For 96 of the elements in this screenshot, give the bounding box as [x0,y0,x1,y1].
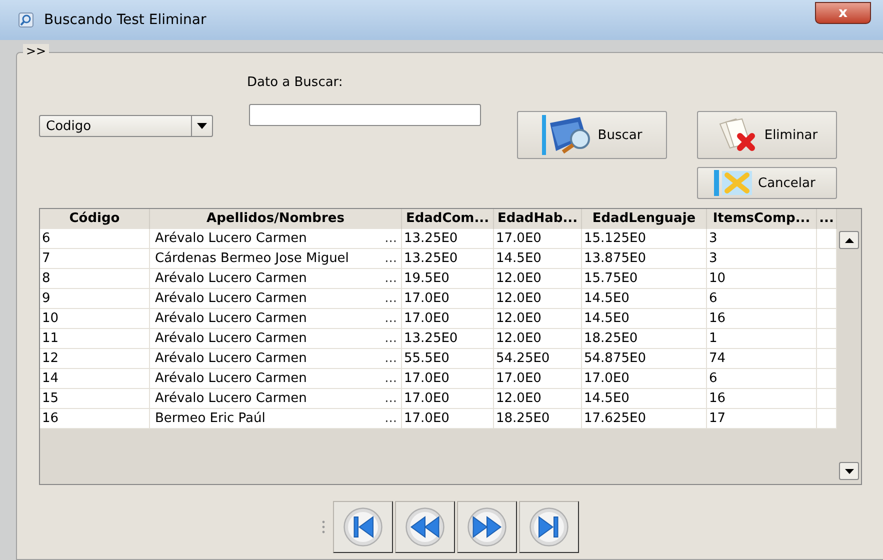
cancel-button[interactable]: Cancelar [697,167,837,199]
ellipsis-button[interactable]: ... [380,349,401,368]
table-cell: 6 [707,369,817,389]
ellipsis-button[interactable]: ... [380,329,401,348]
column-header[interactable]: Código [40,209,150,229]
prev-record-button[interactable] [395,501,455,553]
ellipsis-button[interactable]: ... [380,229,401,248]
table-cell: 9 [40,289,150,309]
table-cell: 17.0E0 [402,309,494,329]
table-cell: 3 [707,229,817,249]
table-cell: 11 [40,329,150,349]
table-cell: 17.0E0 [494,369,582,389]
table-cell: 14.5E0 [494,249,582,269]
table-cell-text: Cárdenas Bermeo Jose Miguel [155,250,349,268]
table-cell: 10 [707,269,817,289]
up-arrow-icon [844,238,854,242]
ellipsis-button[interactable]: ... [380,309,401,328]
table-cell-text: Arévalo Lucero Carmen [155,230,307,248]
table-cell: 7 [40,249,150,269]
table-cell: 17.625E0 [582,409,707,429]
table-cell: 12.0E0 [494,329,582,349]
next-record-button[interactable] [457,501,517,553]
table-cell: 14.5E0 [582,389,707,409]
search-button[interactable]: Buscar [517,111,667,159]
ellipsis-button[interactable]: ... [380,409,401,428]
table-cell: 13.25E0 [402,249,494,269]
window-title: Buscando Test Eliminar [44,12,208,28]
toolbar-grip-icon [322,520,325,534]
down-arrow-icon [844,468,854,474]
table-cell: 13.875E0 [582,249,707,269]
table-cell-text: Arévalo Lucero Carmen [155,350,307,368]
table-cell: 74 [707,349,817,369]
table-cell: 17.0E0 [402,409,494,429]
column-header[interactable]: Apellidos/Nombres [150,209,402,229]
delete-button[interactable]: Eliminar [697,111,837,159]
table-cell-text: Arévalo Lucero Carmen [155,330,307,348]
table-cell: 6 [707,289,817,309]
table-cell: 12.0E0 [494,289,582,309]
ellipsis-button[interactable]: ... [380,369,401,388]
table-cell: 16 [40,409,150,429]
table-cell: 15 [40,389,150,409]
table-cell: 16 [707,309,817,329]
table-cell: 14.5E0 [582,289,707,309]
table-cell-text: Arévalo Lucero Carmen [155,290,307,308]
column-header[interactable]: ... [817,209,837,229]
table-cell: 17.0E0 [402,369,494,389]
table-cell: 17.0E0 [582,369,707,389]
table-cell: 17.0E0 [402,389,494,409]
table-cell: 18.25E0 [494,409,582,429]
last-record-button[interactable] [519,501,579,553]
table-cell-text: Arévalo Lucero Carmen [155,270,307,288]
table-cell: 3 [707,249,817,269]
table-cell: 8 [40,269,150,289]
table-cell: 19.5E0 [402,269,494,289]
table-cell: 18.25E0 [582,329,707,349]
column-header[interactable]: EdadHab... [494,209,582,229]
table-cell: 13.25E0 [402,229,494,249]
table-cell: 12.0E0 [494,309,582,329]
search-field-dropdown[interactable]: Codigo [39,115,213,137]
caret-icon [197,123,207,129]
table-cell: 17.0E0 [494,229,582,249]
search-icon [18,12,34,28]
ellipsis-button[interactable]: ... [380,249,401,268]
scroll-down-button[interactable] [839,462,859,480]
table-cell: 6 [40,229,150,249]
table-cell: 17.0E0 [402,289,494,309]
field-label: Dato a Buscar: [247,75,344,90]
cross-icon [714,170,754,196]
ellipsis-button[interactable]: ... [380,289,401,308]
first-record-button[interactable] [333,501,393,553]
table-cell: 14.5E0 [582,309,707,329]
ellipsis-button[interactable]: ... [380,389,401,408]
table-cell-text: Arévalo Lucero Carmen [155,310,307,328]
table-cell: 16 [707,389,817,409]
table-cell: 1 [707,329,817,349]
search-input[interactable] [249,104,481,126]
table-cell: 17 [707,409,817,429]
table-cell-text: Bermeo Eric Paúl [155,410,266,428]
table-cell: 54.25E0 [494,349,582,369]
table-cell: 12.0E0 [494,389,582,409]
table-cell: 10 [40,309,150,329]
column-header[interactable]: EdadCom... [402,209,494,229]
table-cell: 12.0E0 [494,269,582,289]
table-cell: 15.125E0 [582,229,707,249]
table-cell: 12 [40,349,150,369]
table-cell: 15.75E0 [582,269,707,289]
table-cell: 13.25E0 [402,329,494,349]
ellipsis-button[interactable]: ... [380,269,401,288]
table-cell: 14 [40,369,150,389]
scroll-up-button[interactable] [839,231,859,249]
table-cell: 55.5E0 [402,349,494,369]
table-cell-text: Arévalo Lucero Carmen [155,390,307,408]
column-header[interactable]: ItemsComp... [707,209,817,229]
column-header[interactable]: EdadLenguaje [582,209,707,229]
table-cell-text: Arévalo Lucero Carmen [155,370,307,388]
table-cell: 54.875E0 [582,349,707,369]
